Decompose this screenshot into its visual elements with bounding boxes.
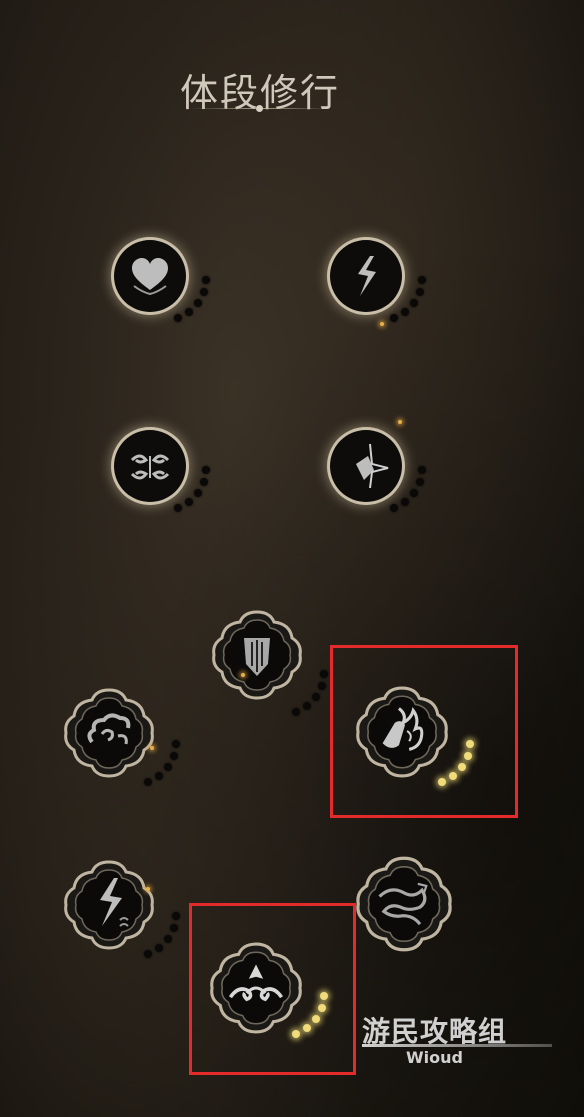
- skill-node-cloud[interactable]: [60, 684, 190, 804]
- cloud-swirl-icon: [64, 688, 154, 778]
- heart-icon: [132, 258, 168, 296]
- skill-node-heart[interactable]: [110, 238, 220, 338]
- title-ornament-dot: [256, 105, 263, 112]
- selected-highlight-cloud-crest: [189, 903, 356, 1075]
- lightning-wave-icon: [64, 860, 154, 950]
- skill-node-spark-shard[interactable]: [326, 428, 436, 528]
- ember-spark: [380, 322, 384, 326]
- mirrored-swirl-icon: [130, 454, 170, 480]
- selected-highlight-gourd-flame: [330, 645, 518, 818]
- skill-node-shield[interactable]: [208, 606, 338, 726]
- skill-node-dragon[interactable]: [352, 852, 472, 962]
- watermark-sub: Wioud: [406, 1048, 463, 1067]
- dragon-icon: [356, 856, 452, 952]
- skill-node-swirl-mirror[interactable]: [110, 428, 220, 528]
- ember-spark: [146, 887, 150, 891]
- spark-shard-icon: [356, 443, 389, 489]
- ember-spark: [241, 673, 245, 677]
- skill-node-lightning-wave[interactable]: [60, 856, 190, 976]
- watermark-underline: [362, 1044, 552, 1047]
- ember-spark: [150, 746, 154, 750]
- shield-icon: [212, 610, 302, 700]
- lightning-rune-icon: [358, 256, 376, 296]
- ember-spark: [398, 420, 402, 424]
